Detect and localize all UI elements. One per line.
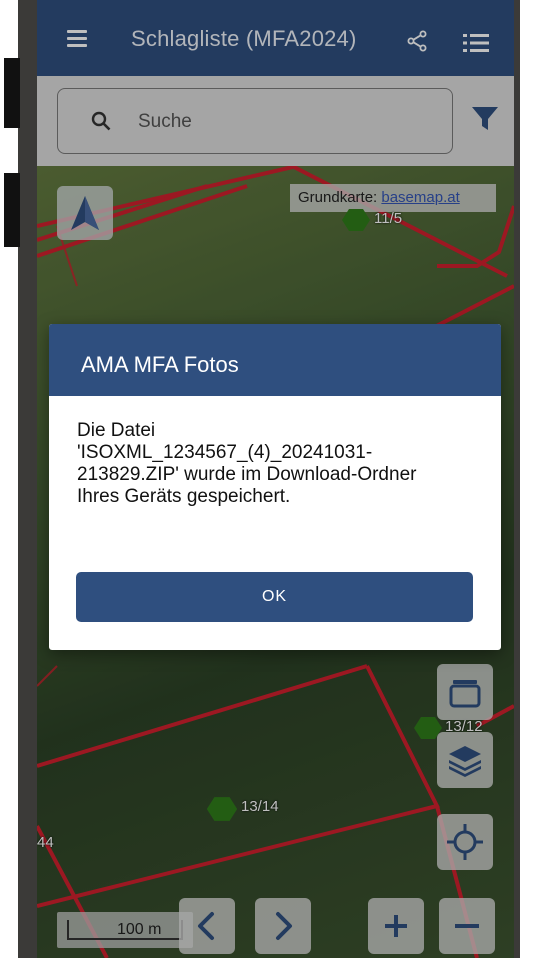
- app-screen: Schlagliste (MFA2024) Suche Grundkarte: …: [37, 0, 514, 958]
- info-dialog: AMA MFA Fotos Die Datei 'ISOXML_1234567_…: [49, 324, 501, 650]
- device-side-button: [4, 58, 20, 128]
- dialog-header: AMA MFA Fotos: [49, 324, 501, 396]
- dialog-title: AMA MFA Fotos: [81, 352, 239, 377]
- ok-button[interactable]: OK: [76, 572, 473, 622]
- dialog-message: Die Datei 'ISOXML_1234567_(4)_20241031- …: [77, 420, 417, 507]
- device-side-button: [4, 173, 20, 247]
